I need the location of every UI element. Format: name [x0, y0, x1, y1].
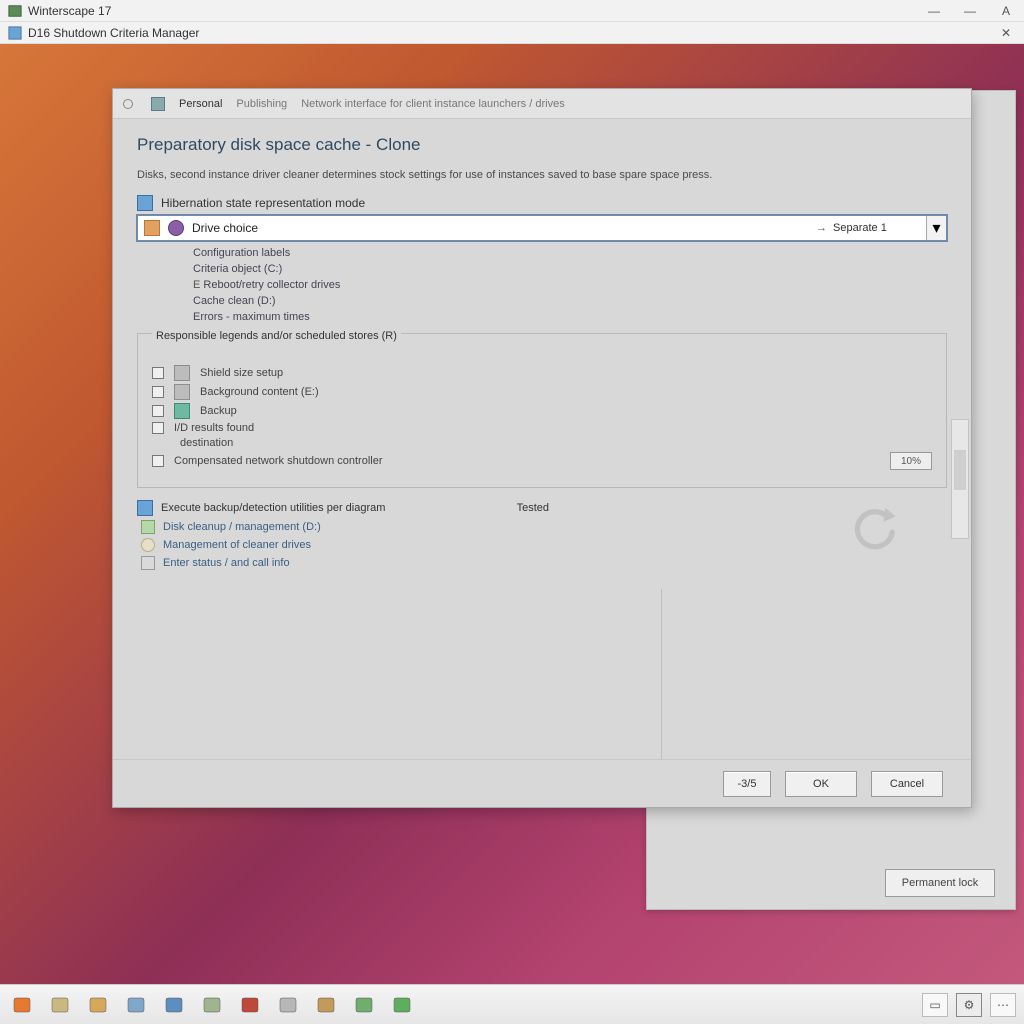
chevron-down-icon: ▾: [932, 218, 940, 238]
tab-publishing[interactable]: Publishing: [236, 98, 287, 110]
sheet-icon[interactable]: [388, 991, 416, 1019]
category-row: Hibernation state representation mode: [137, 195, 947, 211]
manager-icon: [8, 26, 22, 40]
dialog-tabs: Personal Publishing Network interface fo…: [113, 89, 971, 119]
backup-icon: [174, 403, 190, 419]
app-icon: [8, 4, 22, 18]
bg-icon: [174, 384, 190, 400]
panel-icon: [151, 97, 165, 111]
tray-app-icon[interactable]: ▭: [922, 993, 948, 1017]
tray-gear-icon[interactable]: ⚙: [956, 993, 982, 1017]
checkbox[interactable]: [152, 405, 164, 417]
vertical-divider: [661, 589, 662, 759]
checkbox[interactable]: [152, 386, 164, 398]
tab-personal[interactable]: Personal: [179, 98, 222, 110]
option-label: Background content (E:): [200, 386, 932, 398]
minimize-button[interactable]: —: [924, 4, 944, 18]
desktop: Permanent lock Personal Publishing Netwo…: [0, 44, 1024, 984]
drive-selector[interactable]: Drive choice → Separate 1 ▾: [137, 215, 947, 241]
actions-section: Execute backup/detection utilities per d…: [137, 500, 567, 570]
scrollbar-thumb[interactable]: [954, 450, 966, 490]
apply-button[interactable]: Permanent lock: [885, 869, 995, 897]
inner-title: D16 Shutdown Criteria Manager: [28, 26, 199, 40]
system-tray: ▭ ⚙ ⋯: [922, 993, 1016, 1017]
disk-icon: [168, 220, 184, 236]
start-icon[interactable]: [8, 991, 36, 1019]
link-label: Enter status / and call info: [163, 557, 290, 569]
drive-selector-dropdown[interactable]: ▾: [926, 216, 946, 240]
link-label: Disk cleanup / management (D:): [163, 521, 321, 533]
drive-box-icon: [144, 220, 160, 236]
settings-dialog: Personal Publishing Network interface fo…: [112, 88, 972, 808]
ok-button[interactable]: OK: [785, 771, 857, 797]
link-management[interactable]: Management of cleaner drives: [141, 538, 567, 552]
monitor-icon[interactable]: [122, 991, 150, 1019]
actions-header: Execute backup/detection utilities per d…: [161, 502, 385, 514]
page-description: Disks, second instance driver cleaner de…: [137, 169, 947, 181]
outer-close-button[interactable]: A: [996, 4, 1016, 18]
page-title: Preparatory disk space cache - Clone: [137, 135, 947, 155]
inner-titlebar: D16 Shutdown Criteria Manager ✕: [0, 22, 1024, 44]
link-disk-cleanup[interactable]: Disk cleanup / management (D:): [141, 520, 567, 534]
mail-icon[interactable]: [84, 991, 112, 1019]
option-label: Shield size setup: [200, 367, 932, 379]
notes-icon[interactable]: [198, 991, 226, 1019]
tab-network[interactable]: Network interface for client instance la…: [301, 98, 565, 110]
folder-icon[interactable]: [160, 991, 188, 1019]
drive-icon[interactable]: [274, 991, 302, 1019]
taskbar: ▭ ⚙ ⋯: [0, 984, 1024, 1024]
drive-selector-label: Drive choice: [192, 221, 258, 235]
shield-icon: [174, 365, 190, 381]
list-item[interactable]: Cache clean (D:): [193, 295, 947, 307]
management-icon: [141, 538, 155, 552]
search-icon[interactable]: [46, 991, 74, 1019]
status-icon: [141, 556, 155, 570]
inner-close-button[interactable]: ✕: [996, 26, 1016, 40]
option-label: Backup: [200, 405, 932, 417]
bug-icon[interactable]: [236, 991, 264, 1019]
category-label: Hibernation state representation mode: [161, 196, 365, 210]
list-item[interactable]: Reboot/retry collector drives: [193, 279, 947, 291]
back-button[interactable]: -3/5: [723, 771, 771, 797]
drive-selector-value: Separate 1: [833, 222, 887, 234]
checkbox[interactable]: [152, 422, 164, 434]
link-label: Management of cleaner drives: [163, 539, 311, 551]
outer-title: Winterscape 17: [28, 4, 111, 18]
category-icon: [137, 195, 153, 211]
table-icon[interactable]: [350, 991, 378, 1019]
actions-status: Tested: [517, 502, 567, 514]
dialog-button-row: -3/5 OK Cancel: [113, 759, 971, 807]
dialog-body: Preparatory disk space cache - Clone Dis…: [113, 119, 971, 759]
tray-more-icon[interactable]: ⋯: [990, 993, 1016, 1017]
percent-value: 10%: [890, 452, 932, 470]
refresh-arrow-icon: [845, 499, 901, 555]
option-label: Compensated network shutdown controller: [174, 455, 880, 467]
outer-titlebar: Winterscape 17 — — A: [0, 0, 1024, 22]
scrollbar[interactable]: [951, 419, 969, 539]
arrow-right-icon: →: [816, 222, 827, 234]
list-item[interactable]: Errors - maximum times: [193, 311, 947, 323]
list-item[interactable]: Criteria object (C:): [193, 263, 947, 275]
option-label: destination: [180, 437, 932, 449]
tool-icon: [137, 500, 153, 516]
option-label: I/D results found: [174, 422, 932, 434]
schedule-groupbox: Responsible legends and/or scheduled sto…: [137, 333, 947, 488]
link-status[interactable]: Enter status / and call info: [141, 556, 567, 570]
drive-sublist: Configuration labels Criteria object (C:…: [193, 247, 947, 323]
shield-icon[interactable]: [312, 991, 340, 1019]
list-item[interactable]: Configuration labels: [193, 247, 947, 259]
radio-icon: [123, 99, 133, 109]
groupbox-legend: Responsible legends and/or scheduled sto…: [152, 330, 401, 342]
maximize-button[interactable]: —: [960, 4, 980, 18]
cleanup-icon: [141, 520, 155, 534]
checkbox[interactable]: [152, 367, 164, 379]
checkbox[interactable]: [152, 455, 164, 467]
cancel-button[interactable]: Cancel: [871, 771, 943, 797]
